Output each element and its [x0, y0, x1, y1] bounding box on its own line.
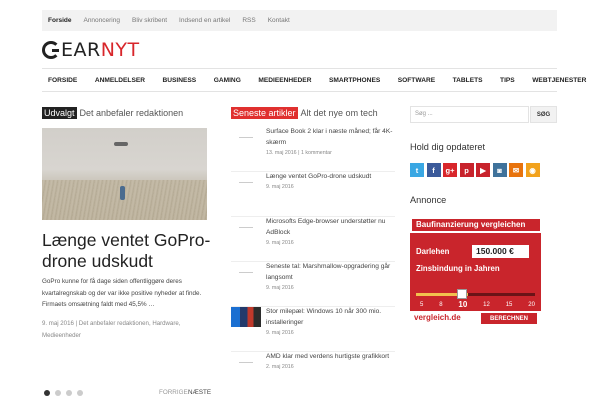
instagram-icon[interactable]: ◙: [492, 163, 507, 177]
advertisement-banner[interactable]: Baufinanzierung vergleichen Darlehen 150…: [410, 216, 541, 325]
ad-cta-button[interactable]: BERECHNEN: [481, 313, 537, 324]
article-title[interactable]: AMD klar med verdens hurtigste grafikkor…: [266, 352, 394, 363]
ad-title: Baufinanzierung vergleichen: [412, 219, 540, 231]
search-input[interactable]: Søg ...: [410, 106, 529, 123]
slider-dot[interactable]: [44, 390, 50, 396]
article-thumbnail[interactable]: [231, 352, 261, 372]
slider-dot[interactable]: [77, 390, 83, 396]
email-icon[interactable]: ✉: [509, 163, 523, 177]
follow-heading: Hold dig opdateret: [410, 142, 486, 152]
top-link-kontakt[interactable]: Kontakt: [268, 17, 290, 24]
google-plus-icon[interactable]: g+: [443, 163, 457, 177]
slider-dot[interactable]: [66, 390, 72, 396]
list-item[interactable]: Surface Book 2 klar i næste måned; får 4…: [231, 127, 395, 172]
top-bar: Forside Annoncering Bliv skribent Indsen…: [42, 10, 557, 31]
article-title[interactable]: Længe ventet GoPro-drone udskudt: [266, 172, 394, 183]
site-logo[interactable]: EARNYT: [42, 39, 140, 61]
nav-webtjenester[interactable]: WEBTJENESTER: [532, 77, 586, 84]
ad-term-label: Zinsbindung in Jahren: [416, 264, 500, 273]
latest-header: Seneste artikler Alt det nye om tech: [231, 107, 378, 119]
list-item[interactable]: AMD klar med verdens hurtigste grafikkor…: [231, 352, 395, 397]
article-thumbnail[interactable]: [231, 262, 261, 282]
twitter-icon[interactable]: t: [410, 163, 424, 177]
top-link-rss[interactable]: RSS: [242, 17, 255, 24]
featured-header: Udvalgt Det anbefaler redaktionen: [42, 107, 183, 119]
article-meta: 9. maj 2016: [266, 184, 294, 190]
featured-tag: Udvalgt: [42, 107, 77, 119]
featured-excerpt: GoPro kunne for få dage siden offentligg…: [42, 278, 202, 308]
prev-button[interactable]: FORRIGE: [159, 389, 188, 396]
nav-tablets[interactable]: TABLETS: [453, 77, 483, 84]
nav-tips[interactable]: TIPS: [500, 77, 515, 84]
latest-articles-list: Surface Book 2 klar i næste måned; får 4…: [231, 127, 395, 397]
nav-software[interactable]: SOFTWARE: [398, 77, 435, 84]
list-item[interactable]: Stor milepæl: Windows 10 når 300 mio. in…: [231, 307, 395, 352]
next-button[interactable]: NÆSTE: [188, 389, 211, 396]
main-nav: FORSIDE ANMELDELSER BUSINESS GAMING MEDI…: [42, 68, 586, 92]
rss-icon[interactable]: ◉: [525, 163, 540, 177]
nav-gaming[interactable]: GAMING: [214, 77, 241, 84]
latest-tag: Seneste artikler: [231, 107, 298, 119]
nav-forside[interactable]: FORSIDE: [48, 77, 77, 84]
article-thumbnail[interactable]: [231, 307, 261, 327]
logo-text: EARNYT: [61, 39, 140, 61]
drone-shape: [114, 142, 128, 146]
slider-dots: [44, 390, 88, 396]
article-meta: 9. maj 2016: [266, 240, 294, 246]
top-link-bliv-skribent[interactable]: Bliv skribent: [132, 17, 167, 24]
ad-brand-logo: vergleich.de: [414, 313, 461, 322]
top-link-forside[interactable]: Forside: [48, 17, 71, 24]
article-title[interactable]: Microsofts Edge-browser understøtter nu …: [266, 217, 394, 238]
nav-business[interactable]: BUSINESS: [163, 77, 197, 84]
pinterest-icon[interactable]: p: [459, 163, 474, 177]
person-shape: [120, 186, 125, 200]
ad-slider-handle[interactable]: [457, 289, 467, 299]
slider-dot[interactable]: [55, 390, 61, 396]
featured-title[interactable]: Længe ventet GoPro-drone udskudt: [42, 230, 212, 272]
article-title[interactable]: Stor milepæl: Windows 10 når 300 mio. in…: [266, 307, 394, 328]
list-item[interactable]: Microsofts Edge-browser understøtter nu …: [231, 217, 395, 262]
youtube-icon[interactable]: ▶: [476, 163, 490, 177]
logo-g-icon: [42, 41, 60, 59]
nav-smartphones[interactable]: SMARTPHONES: [329, 77, 380, 84]
facebook-icon[interactable]: f: [426, 163, 441, 177]
article-title[interactable]: Surface Book 2 klar i næste måned; får 4…: [266, 127, 394, 148]
article-meta: 9. maj 2016: [266, 285, 294, 291]
featured-subtitle: Det anbefaler redaktionen: [79, 108, 184, 118]
article-meta: 2. maj 2016: [266, 364, 294, 370]
nav-medieenheder[interactable]: MEDIEENHEDER: [258, 77, 311, 84]
search-button[interactable]: SØG: [530, 106, 557, 123]
article-thumbnail[interactable]: [231, 217, 261, 237]
social-icons: t f g+ p ▶ ◙ ✉ ◉: [410, 163, 542, 177]
featured-meta: 9. maj 2016 | Det anbefaler redaktionen,…: [42, 320, 181, 339]
ad-loan-input[interactable]: 150.000 €: [472, 245, 529, 258]
article-thumbnail[interactable]: [231, 127, 261, 147]
featured-image[interactable]: [42, 128, 207, 220]
top-link-indsend-artikel[interactable]: Indsend en artikel: [179, 17, 230, 24]
article-title[interactable]: Seneste tal: Marshmallow-opgradering går…: [266, 262, 394, 283]
article-meta: 9. maj 2016: [266, 330, 294, 336]
latest-subtitle: Alt det nye om tech: [300, 108, 378, 118]
ad-term-ticks: 5 8 10 12 15 20: [420, 300, 535, 309]
nav-anmeldelser[interactable]: ANMELDELSER: [95, 77, 145, 84]
list-item[interactable]: Seneste tal: Marshmallow-opgradering går…: [231, 262, 395, 307]
ad-loan-label: Darlehen: [416, 247, 450, 256]
article-meta: 13. maj 2016 | 1 kommentar: [266, 150, 332, 156]
ad-heading: Annonce: [410, 195, 447, 205]
article-thumbnail[interactable]: [231, 172, 261, 192]
list-item[interactable]: Længe ventet GoPro-drone udskudt 9. maj …: [231, 172, 395, 217]
top-link-annoncering[interactable]: Annoncering: [83, 17, 120, 24]
